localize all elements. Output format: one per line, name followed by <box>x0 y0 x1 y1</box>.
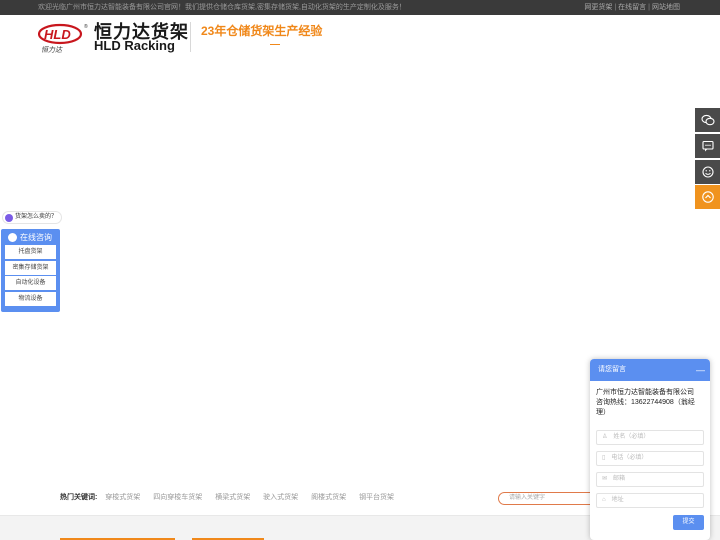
hot-keyword[interactable]: 钢平台货架 <box>359 494 394 501</box>
minimize-button[interactable]: — <box>696 359 705 381</box>
back-to-top-icon <box>701 191 714 203</box>
message-button[interactable] <box>695 134 720 158</box>
message-icon <box>701 140 714 152</box>
slogan-underline <box>270 44 280 45</box>
wechat-icon <box>700 114 715 126</box>
welcome-text: 欢迎光临广州市恒力达智能装备有限公司官网！我们提供仓储仓库货架,密集存储货架,自… <box>38 4 406 11</box>
svg-text:®: ® <box>84 23 88 30</box>
submit-button[interactable]: 提交 <box>673 515 704 530</box>
location-icon: ⌂ <box>602 497 606 503</box>
email-field[interactable]: ✉ 邮箱 <box>596 472 704 487</box>
name-field[interactable]: ♙ 姓名（必填） <box>596 430 704 445</box>
consult-panel: 在线咨询 托盘货架 密集存储货架 自动化设备 物流设备 <box>1 229 60 312</box>
message-dialog: 请您留言 — 广州市恒力达智能装备有限公司 咨询热线：13622744908（翁… <box>590 359 710 540</box>
faq-text: 货架怎么卖的？ <box>15 214 58 220</box>
top-link-mobile[interactable]: 网更货架 <box>584 4 612 11</box>
company-hotline: 咨询热线：13622744908（翁经理） <box>596 399 695 416</box>
faq-dot-icon <box>5 213 13 222</box>
hot-keyword[interactable]: 驶入式货架 <box>263 494 298 501</box>
dialog-title: 请您留言 <box>598 366 626 373</box>
hot-keyword[interactable]: 穿梭式货架 <box>105 494 140 501</box>
top-bar: 欢迎光临广州市恒力达智能装备有限公司官网！我们提供仓储仓库货架,密集存储货架,自… <box>0 0 720 15</box>
top-links: 网更货架 | 在线留言 | 网站地图 <box>584 4 680 11</box>
dialog-company-info: 广州市恒力达智能装备有限公司 咨询热线：13622744908（翁经理） <box>590 381 710 418</box>
faq-bubble[interactable]: 货架怎么卖的？ <box>2 211 63 224</box>
wechat-button[interactable] <box>695 108 720 132</box>
svg-text:HLD: HLD <box>44 27 71 42</box>
slogan: 23年仓储货架生产经验 <box>201 24 323 38</box>
company-name: 广州市恒力达智能装备有限公司 <box>596 389 694 396</box>
logo-text: 恒力达 <box>41 46 63 54</box>
consult-title: 在线咨询 <box>20 232 52 242</box>
service-button[interactable] <box>695 160 720 184</box>
consult-item-logistics[interactable]: 物流设备 <box>5 291 56 306</box>
top-link-message[interactable]: 在线留言 <box>618 4 646 11</box>
address-field[interactable]: ⌂ 地址 <box>596 493 704 508</box>
hot-keyword[interactable]: 横梁式货架 <box>215 494 250 501</box>
hot-keyword[interactable]: 四向穿梭车货架 <box>153 494 202 501</box>
top-link-sitemap[interactable]: 网站地图 <box>652 4 680 11</box>
hot-keywords: 热门关键词: 穿梭式货架 四向穿梭车货架 横梁式货架 驶入式货架 阁楼式货架 钢… <box>60 492 405 502</box>
consult-item-pallet[interactable]: 托盘货架 <box>5 245 56 259</box>
hot-keyword[interactable]: 阁楼式货架 <box>311 494 346 501</box>
phone-icon: ▯ <box>602 455 606 461</box>
back-to-top-button[interactable] <box>695 185 720 209</box>
user-icon: ♙ <box>602 434 608 440</box>
mail-icon: ✉ <box>602 476 608 482</box>
consult-header[interactable]: 在线咨询 <box>1 229 60 245</box>
brand-name-en: HLD Racking <box>94 38 175 53</box>
consult-item-automation[interactable]: 自动化设备 <box>5 276 56 290</box>
hot-label: 热门关键词: <box>60 494 98 501</box>
phone-field[interactable]: ▯ 电话（必填） <box>596 451 704 466</box>
header-divider <box>190 22 191 52</box>
chat-icon <box>8 232 17 242</box>
smile-icon <box>701 166 714 178</box>
consult-item-dense[interactable]: 密集存储货架 <box>5 260 56 275</box>
search-input[interactable]: 请输入关键字 <box>498 492 598 505</box>
hld-logo-icon[interactable]: HLD ® 恒力达 <box>38 22 88 54</box>
dialog-header: 请您留言 — <box>590 359 710 381</box>
